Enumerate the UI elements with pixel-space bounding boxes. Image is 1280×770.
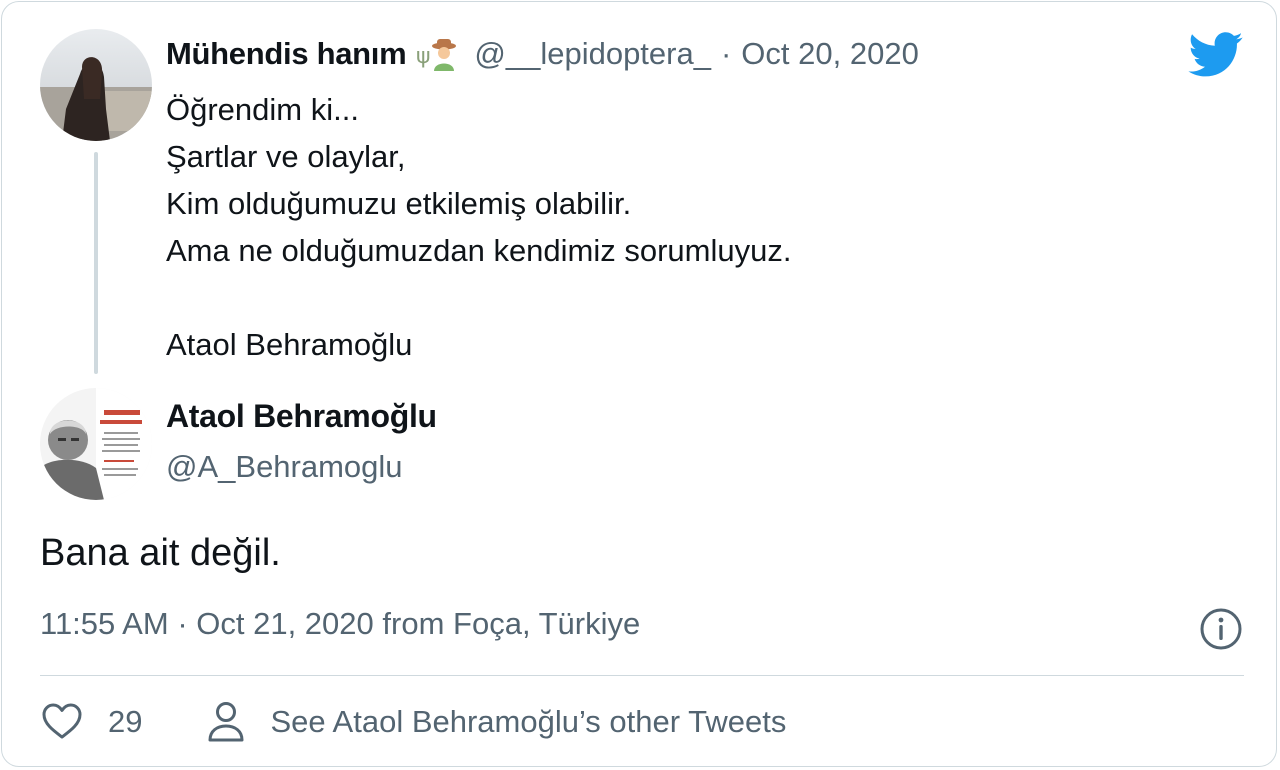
parent-text-line: Ataol Behramoğlu <box>166 327 413 362</box>
like-count[interactable]: 29 <box>108 704 142 740</box>
svg-text:ψ: ψ <box>416 44 431 69</box>
person-icon[interactable] <box>206 700 246 744</box>
tweet-time[interactable]: 11:55 AM <box>40 606 169 641</box>
main-author-avatar[interactable] <box>40 388 152 500</box>
thread-connector-line <box>94 152 98 374</box>
farmer-emoji-icon: ψ <box>416 37 460 71</box>
main-author-handle[interactable]: @A_Behramoglu <box>166 449 403 485</box>
parent-author-avatar[interactable] <box>40 29 152 141</box>
main-author-name[interactable]: Ataol Behramoğlu <box>166 398 437 435</box>
tweet-metadata: 11:55 AM · Oct 21, 2020 from Foça, Türki… <box>40 606 640 642</box>
tweet-location[interactable]: Foça, Türkiye <box>453 606 640 641</box>
parent-text-line: Öğrendim ki... <box>166 92 359 127</box>
parent-text-blank-line <box>166 274 791 321</box>
parent-tweet-header: Mühendis hanım ψ @__lepidoptera_ · Oct 2… <box>166 32 919 76</box>
twitter-bird-icon[interactable] <box>1188 32 1244 78</box>
heart-icon[interactable] <box>40 700 84 744</box>
parent-author-name[interactable]: Mühendis hanım <box>166 36 407 72</box>
parent-text-line: Ama ne olduğumuzdan kendimiz sorumluyuz. <box>166 233 792 268</box>
parent-text-line: Kim olduğumuzu etkilemiş olabilir. <box>166 186 632 221</box>
see-other-tweets-link[interactable]: See Ataol Behramoğlu’s other Tweets <box>270 704 786 740</box>
parent-author-handle[interactable]: @__lepidoptera_ <box>474 36 711 72</box>
parent-text-line: Şartlar ve olaylar, <box>166 139 406 174</box>
tweet-embed-card: Mühendis hanım ψ @__lepidoptera_ · Oct 2… <box>1 1 1277 767</box>
parent-tweet-text: Öğrendim ki... Şartlar ve olaylar, Kim o… <box>166 86 791 368</box>
info-icon[interactable] <box>1199 607 1243 651</box>
header-separator: · <box>720 36 732 71</box>
tweet-date[interactable]: Oct 21, 2020 <box>196 606 374 641</box>
parent-tweet-date[interactable]: Oct 20, 2020 <box>741 36 919 72</box>
from-label: from <box>382 606 445 641</box>
meta-separator: · <box>177 606 188 641</box>
action-divider <box>40 675 1244 676</box>
main-tweet-text: Bana ait değil. <box>40 532 281 574</box>
tweet-actions-bar: 29 See Ataol Behramoğlu’s other Tweets <box>40 696 786 748</box>
